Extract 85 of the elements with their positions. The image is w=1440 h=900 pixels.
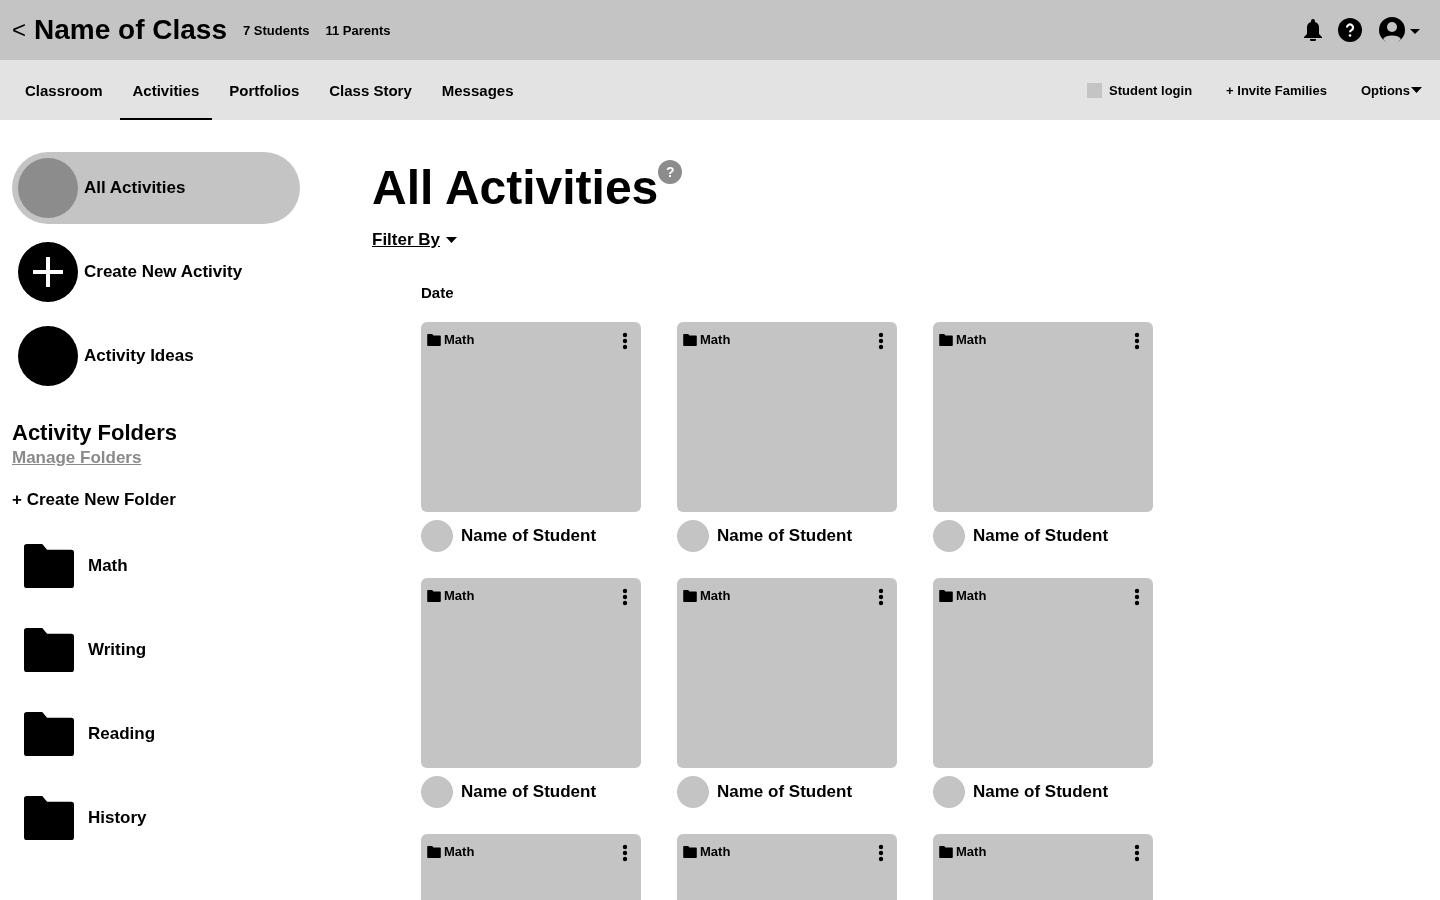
page-title: All Activities — [372, 160, 659, 216]
invite-families-button[interactable]: + Invite Families — [1209, 60, 1344, 120]
circle-icon — [18, 326, 78, 386]
folder-item[interactable]: Writing — [12, 608, 372, 692]
student-name: Name of Student — [461, 782, 597, 802]
activity-card[interactable]: Math — [933, 834, 1153, 900]
account-menu-icon[interactable] — [1378, 16, 1422, 44]
activity-card[interactable]: Math — [677, 578, 897, 768]
folder-icon — [939, 589, 953, 602]
more-icon[interactable] — [622, 844, 628, 862]
folder-label: Math — [444, 588, 475, 603]
group-heading: Date — [421, 284, 455, 301]
sidebar-item[interactable]: Activity Ideas — [12, 320, 300, 392]
student-name: Name of Student — [717, 782, 853, 802]
more-icon[interactable] — [878, 332, 884, 350]
student-avatar — [421, 776, 453, 808]
sidebar-item[interactable]: Create New Activity — [12, 236, 300, 308]
folder-label: Math — [956, 844, 987, 859]
activity-card[interactable]: Math — [421, 322, 641, 512]
avatar-icon — [18, 158, 78, 218]
student-avatar — [933, 520, 965, 552]
folder-icon — [683, 589, 697, 602]
filter-dropdown[interactable]: Filter By — [372, 230, 458, 250]
folders-heading: Activity Folders — [12, 420, 179, 446]
folder-icon — [24, 543, 74, 589]
activity-card[interactable]: Math — [421, 834, 641, 900]
folder-icon — [427, 333, 441, 346]
activity-card[interactable]: Math — [933, 322, 1153, 512]
student-avatar — [933, 776, 965, 808]
folder-label: Math — [700, 844, 731, 859]
tab[interactable]: Class Story — [316, 60, 425, 120]
bell-icon[interactable] — [1304, 19, 1322, 41]
plus-icon — [18, 242, 78, 302]
tab[interactable]: Classroom — [12, 60, 116, 120]
student-name: Name of Student — [973, 782, 1109, 802]
folder-label: Math — [700, 332, 731, 347]
student-avatar — [421, 520, 453, 552]
sidebar-item[interactable]: All Activities — [12, 152, 300, 224]
activity-card[interactable]: Math — [677, 834, 897, 900]
more-icon[interactable] — [878, 588, 884, 606]
folder-label: Math — [956, 588, 987, 603]
more-icon[interactable] — [622, 332, 628, 350]
activity-card[interactable]: Math — [421, 578, 641, 768]
student-name: Name of Student — [461, 526, 597, 546]
back-button[interactable]: < — [12, 16, 26, 44]
folder-icon — [24, 795, 74, 841]
class-title: Name of Class — [34, 14, 227, 46]
folder-label: Math — [444, 844, 475, 859]
folder-label: Math — [700, 588, 731, 603]
folder-icon — [24, 627, 74, 673]
student-count: 7 Students — [243, 22, 310, 38]
folder-label: Math — [444, 332, 475, 347]
folder-icon — [427, 845, 441, 858]
folder-item[interactable]: History — [12, 776, 372, 860]
folder-icon — [683, 845, 697, 858]
more-icon[interactable] — [878, 844, 884, 862]
caret-icon[interactable] — [1411, 87, 1422, 93]
create-folder-link[interactable]: + Create New Folder — [12, 490, 372, 510]
caret-icon[interactable] — [446, 237, 458, 243]
folder-icon — [683, 333, 697, 346]
student-login-checkbox[interactable] — [1087, 82, 1103, 98]
student-avatar — [677, 520, 709, 552]
activity-card[interactable]: Math — [677, 322, 897, 512]
options-menu[interactable]: Options — [1343, 60, 1428, 120]
tab[interactable]: Portfolios — [216, 60, 313, 120]
student-login-label[interactable]: Student login — [1109, 82, 1193, 98]
tab[interactable]: Activities — [119, 60, 213, 120]
folder-icon — [427, 589, 441, 602]
student-name: Name of Student — [973, 526, 1109, 546]
folder-icon — [939, 333, 953, 346]
more-icon[interactable] — [1134, 332, 1140, 350]
folder-item[interactable]: Reading — [12, 692, 372, 776]
student-avatar — [677, 776, 709, 808]
more-icon[interactable] — [1134, 844, 1140, 862]
parent-count: 11 Parents — [325, 22, 391, 38]
folder-label: Math — [956, 332, 987, 347]
activity-card[interactable]: Math — [933, 578, 1153, 768]
more-icon[interactable] — [622, 588, 628, 606]
tab[interactable]: Messages — [428, 60, 527, 120]
folder-item[interactable]: Math — [12, 524, 372, 608]
help-icon[interactable] — [1338, 18, 1362, 42]
folder-icon — [939, 845, 953, 858]
more-icon[interactable] — [1134, 588, 1140, 606]
student-name: Name of Student — [717, 526, 853, 546]
folder-icon — [24, 711, 74, 757]
